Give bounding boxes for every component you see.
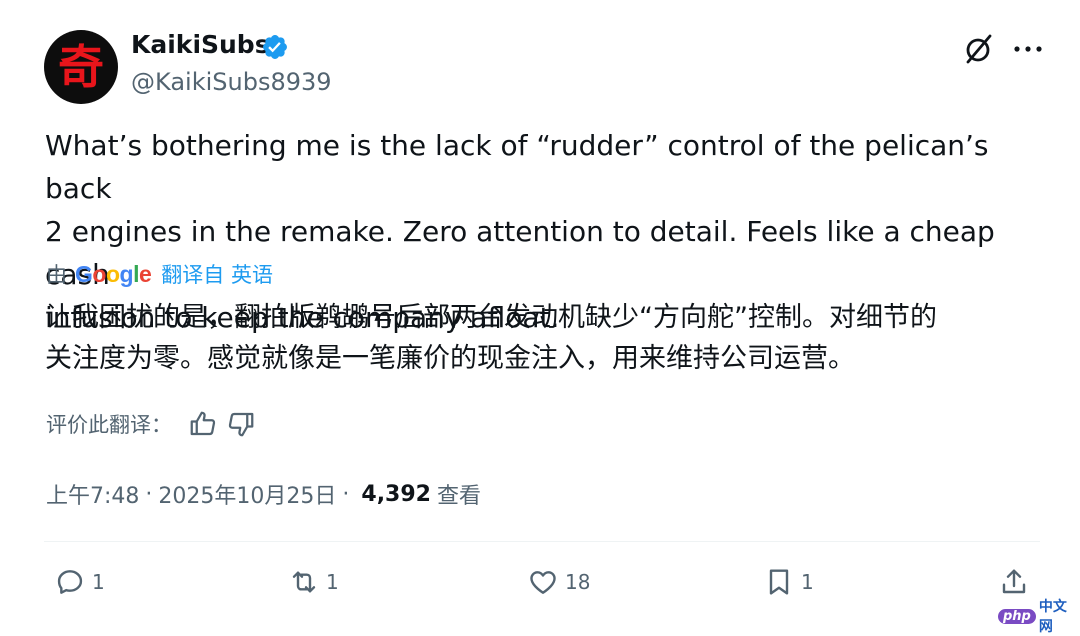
bookmark-icon	[769, 569, 789, 595]
bookmark-count: 1	[801, 570, 814, 594]
repost-count: 1	[326, 570, 339, 594]
watermark-badge: php	[998, 608, 1036, 624]
views-count: 4,392	[361, 481, 431, 507]
display-name[interactable]: KaikiSubs	[131, 28, 270, 62]
tweet-time[interactable]: 上午7:48	[46, 478, 139, 510]
thumbs-down-icon[interactable]	[226, 409, 256, 439]
translated-by: 由 Google 翻译自 英语	[46, 257, 273, 291]
tweet-meta: 上午7:48 · 2025年10月25日 · 4,392 查看	[46, 476, 481, 512]
verified-badge-icon	[263, 35, 287, 59]
translated-from-link[interactable]: 翻译自 英语	[161, 259, 273, 289]
reply-icon	[57, 570, 83, 594]
watermark: php 中文网	[998, 599, 1080, 635]
repost-button[interactable]: 1	[288, 562, 339, 602]
bookmark-button[interactable]: 1	[763, 562, 814, 602]
translated-text: 让我困扰的是，翻拍版鹈鹕号后部两台发动机缺少“方向舵”控制。对细节的 关注度为零…	[45, 302, 937, 374]
more-icon[interactable]	[1010, 30, 1046, 68]
share-icon	[1002, 569, 1026, 594]
translated-by-prefix: 由	[46, 263, 67, 287]
avatar[interactable]: 奇	[44, 30, 118, 104]
like-button[interactable]: 18	[527, 562, 590, 602]
repost-icon	[292, 571, 316, 593]
thumbs-up-icon[interactable]	[188, 409, 218, 439]
share-button[interactable]	[998, 562, 1030, 602]
google-logo: Google	[75, 260, 152, 287]
views-label: 查看	[436, 484, 481, 509]
avatar-glyph: 奇	[58, 40, 104, 94]
meta-separator: ·	[342, 481, 350, 507]
rate-translation: 评价此翻译：	[46, 404, 256, 444]
like-count: 18	[565, 570, 591, 594]
grok-icon[interactable]	[960, 30, 998, 68]
reply-button[interactable]: 1	[54, 562, 105, 602]
rate-translation-label: 评价此翻译：	[46, 413, 172, 437]
watermark-text: 中文网	[1038, 599, 1067, 635]
user-handle[interactable]: @KaikiSubs8939	[131, 66, 332, 98]
divider	[44, 541, 1040, 542]
heart-icon	[530, 571, 556, 594]
reply-count: 1	[92, 570, 105, 594]
meta-separator: ·	[145, 481, 153, 507]
tweet-date[interactable]: 2025年10月25日	[158, 478, 336, 510]
